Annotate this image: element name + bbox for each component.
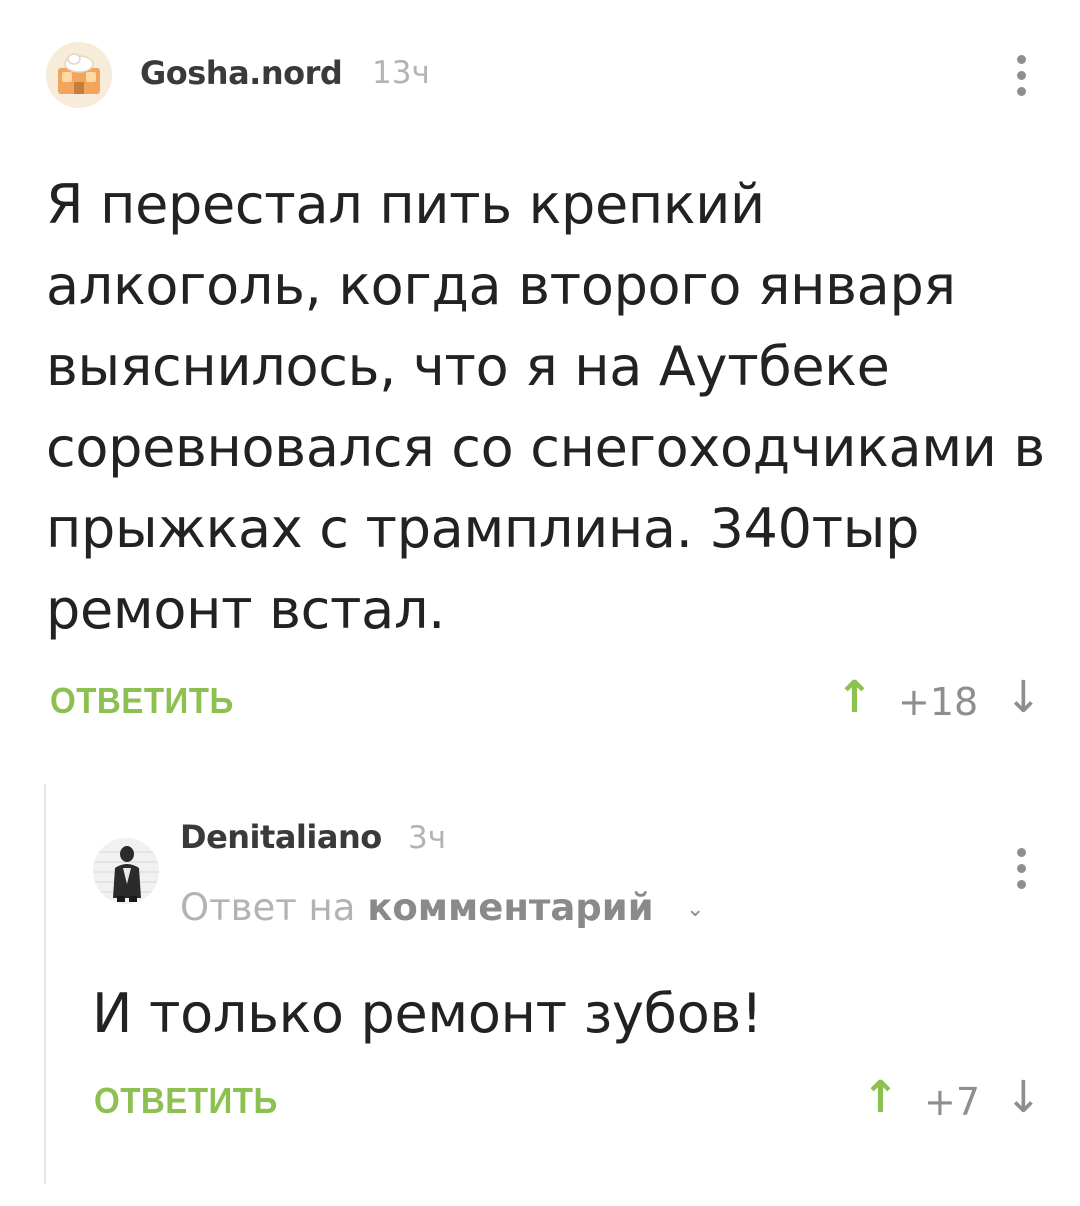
reply-time: 3ч (408, 820, 447, 856)
reply-score: +7 (924, 1080, 981, 1124)
arrow-up-icon[interactable]: ↑ (862, 1072, 899, 1123)
comment-username[interactable]: Gosha.nord (140, 54, 343, 92)
arrow-down-icon[interactable]: ↓ (1005, 1072, 1042, 1123)
more-options-icon[interactable] (1017, 848, 1027, 896)
answer-target[interactable]: комментарий (367, 886, 653, 929)
arrow-up-icon[interactable]: ↑ (836, 672, 873, 723)
thread-line[interactable] (44, 784, 46, 1184)
comment-score: +18 (898, 680, 979, 724)
avatar[interactable] (46, 42, 112, 108)
chevron-down-icon[interactable]: ⌄ (686, 896, 704, 922)
reply-username[interactable]: Denitaliano (180, 818, 382, 856)
answer-prefix: Ответ на (180, 886, 356, 929)
comment-text: Я перестал пить крепкий алкоголь, когда … (46, 173, 1045, 641)
arrow-down-icon[interactable]: ↓ (1005, 672, 1042, 723)
more-options-icon[interactable] (1017, 55, 1027, 103)
comment-time: 13ч (372, 55, 430, 91)
reply-text: И только ремонт зубов! (92, 982, 763, 1045)
answer-to-link[interactable]: Ответ на комментарий (180, 886, 654, 929)
avatar-image (46, 42, 112, 108)
avatar[interactable] (93, 838, 159, 904)
avatar-image (93, 838, 159, 904)
reply-button[interactable]: ОТВЕТИТЬ (94, 1080, 278, 1122)
reply-button[interactable]: ОТВЕТИТЬ (50, 680, 234, 722)
